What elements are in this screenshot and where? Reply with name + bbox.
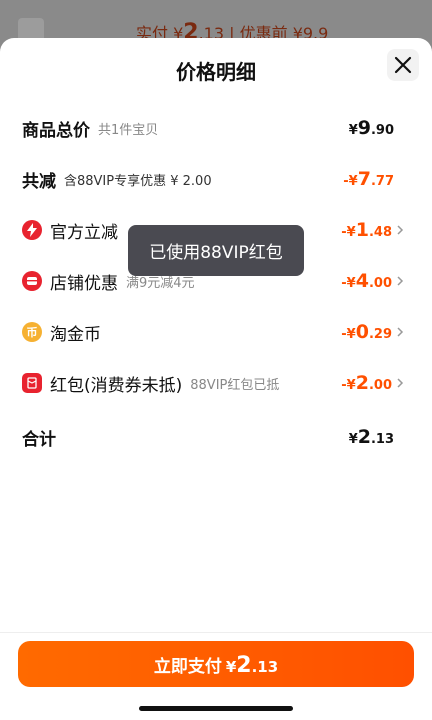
taojinbi-amount: -¥ 0.29 [341,321,392,343]
footer-divider [0,632,432,633]
discount-total-label: 共减 [22,171,56,192]
row-total-goods: 商品总价 共1件宝贝 ¥9.90 [22,113,410,143]
hongbao-amount: -¥ 2.00 [341,372,392,394]
amount-integer: 7 [357,168,371,190]
shop-discount-label: 店铺优惠 [50,273,118,294]
amount-decimal: .00 [368,378,392,393]
official-discount-amount: -¥ 1.48 [341,219,392,241]
amount-integer: 2 [357,426,371,448]
amount-integer: 9 [357,117,371,139]
row-taojinbi[interactable]: 币 淘金币 -¥ 0.29 [22,317,410,347]
currency-symbol: ¥ [348,432,358,447]
row-hongbao[interactable]: 红包(消费券未抵) 88VIP红包已抵 -¥ 2.00 [22,368,410,398]
chevron-right-icon [397,327,404,337]
amount-decimal: .77 [370,174,394,189]
chevron-right-icon [397,378,404,388]
sum-amount: ¥2.13 [349,426,394,448]
amount-decimal: .00 [368,276,392,291]
row-discount-total: 共减 含88VIP专享优惠 ¥ 2.00 -¥ 7.77 [22,164,410,194]
pay-amount-integer: 2 [236,653,252,678]
shop-coupon-icon [22,271,42,291]
discount-total-note: 含88VIP专享优惠 ¥ 2.00 [64,173,212,189]
pay-currency-symbol: ¥ [225,658,237,676]
pay-amount-decimal: .13 [251,658,279,676]
home-indicator [139,706,293,711]
sum-label: 合计 [22,429,56,450]
total-goods-amount: ¥9.90 [349,117,394,139]
pay-now-label: 立即支付 [153,657,222,677]
currency-symbol: -¥ [343,174,358,189]
hongbao-note: 88VIP红包已抵 [190,377,280,393]
coin-icon: 币 [22,322,42,342]
close-icon [394,56,412,74]
red-packet-icon [22,373,42,393]
amount-decimal: .13 [370,432,394,447]
amount-integer: 4 [355,270,369,292]
currency-symbol: -¥ [341,378,356,393]
vip-redpacket-toast: 已使用88VIP红包 [128,225,304,276]
amount-integer: 1 [355,219,369,241]
lightning-icon [22,220,42,240]
shop-discount-amount: -¥ 4.00 [341,270,392,292]
sheet-title: 价格明细 [176,60,256,84]
official-discount-label: 官方立减 [50,222,118,243]
hongbao-label: 红包(消费券未抵) [50,375,183,396]
chevron-right-icon [397,276,404,286]
amount-decimal: .90 [370,123,394,138]
total-goods-count: 共1件宝贝 [98,122,159,138]
amount-decimal: .48 [368,225,392,240]
pay-now-button[interactable]: 立即支付 ¥2.13 [18,641,414,687]
amount-decimal: .29 [368,327,392,342]
chevron-right-icon [397,225,404,235]
currency-symbol: ¥ [348,123,358,138]
close-button[interactable] [387,49,419,81]
currency-symbol: -¥ [341,327,356,342]
currency-symbol: -¥ [341,276,356,291]
currency-symbol: -¥ [341,225,356,240]
row-sum: 合计 ¥2.13 [22,422,410,452]
amount-integer: 2 [355,372,369,394]
discount-total-amount: -¥ 7.77 [343,168,394,190]
coin-icon-glyph: 币 [26,326,38,339]
taojinbi-label: 淘金币 [50,324,101,345]
total-goods-label: 商品总价 [22,120,90,141]
amount-integer: 0 [355,321,369,343]
